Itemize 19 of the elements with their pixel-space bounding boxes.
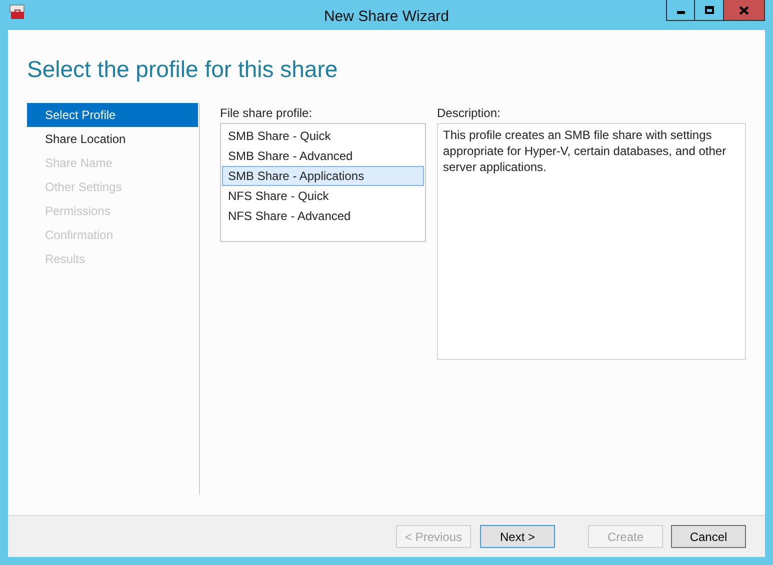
- wizard-button[interactable]: Cancel: [671, 525, 746, 548]
- profile-list[interactable]: SMB Share - Quick SMB Share - Advanced SMB Share - Applications NFS Share - Quick NFS Share - Advanced: [220, 123, 426, 242]
- wizard-step[interactable]: Share Location: [27, 127, 198, 151]
- wizard-step[interactable]: Select Profile: [27, 103, 198, 127]
- list-item[interactable]: SMB Share - Quick: [222, 126, 424, 146]
- list-item[interactable]: SMB Share - Applications: [222, 166, 424, 186]
- toolbox-icon: [9, 4, 25, 20]
- field-label: Description:: [437, 105, 502, 122]
- close-button[interactable]: [724, 0, 765, 21]
- window-title: New Share Wizard: [324, 7, 450, 27]
- close-icon: [739, 6, 749, 14]
- list-item[interactable]: SMB Share - Advanced: [222, 146, 424, 166]
- list-item[interactable]: NFS Share - Advanced: [222, 206, 424, 226]
- minimize-button[interactable]: [666, 0, 695, 21]
- next-button[interactable]: Next >: [480, 525, 555, 548]
- description-text: This profile creates an SMB file share with settings appropriate for Hyper-V, certain databases, and other server applications.: [443, 127, 728, 175]
- list-item[interactable]: NFS Share - Quick: [222, 186, 424, 206]
- field-label: File share profile:: [220, 105, 314, 122]
- page-heading: Select the profile for this share: [27, 55, 339, 84]
